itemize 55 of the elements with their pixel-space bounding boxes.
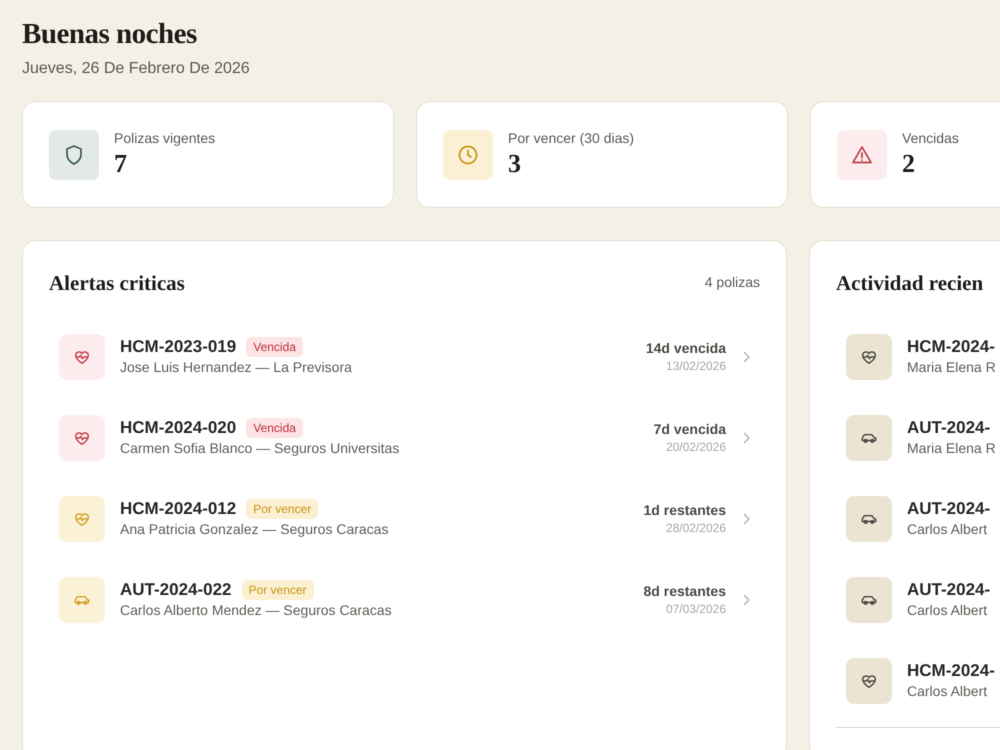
client-name: Carlos Albert bbox=[907, 602, 988, 618]
alert-row[interactable]: HCM-2024-012 Por vencer Ana Patricia Gonzalez — Seguros Caracas 1d restantes 28/02/2026 bbox=[49, 478, 760, 559]
activity-row[interactable]: AUT-2024- Maria Elena R bbox=[836, 397, 1000, 478]
stat-value: 7 bbox=[114, 149, 127, 179]
alert-row[interactable]: HCM-2024-020 Vencida Carmen Sofia Blanco — Seguros Universitas 7d vencida 20/02/2026 bbox=[49, 397, 760, 478]
client-name: Maria Elena R bbox=[907, 440, 996, 456]
policy-code: AUT-2024- bbox=[907, 580, 990, 600]
due-date: 20/02/2026 bbox=[666, 440, 726, 454]
status-badge: Vencida bbox=[246, 336, 303, 356]
client-insurer: Ana Patricia Gonzalez — Seguros Caracas bbox=[120, 520, 388, 536]
alert-row[interactable]: HCM-2023-019 Vencida Jose Luis Hernandez — La Previsora 14d vencida 13/02/2026 bbox=[49, 316, 760, 397]
due-date: 13/02/2026 bbox=[666, 359, 726, 373]
policy-code: AUT-2024- bbox=[907, 498, 990, 518]
client-name: Carlos Albert bbox=[907, 520, 988, 536]
chevron-right-icon[interactable] bbox=[742, 594, 750, 606]
stat-label: Polizas vigentes bbox=[114, 130, 216, 146]
current-date: Jueves, 26 De Febrero De 2026 bbox=[22, 60, 250, 78]
activity-row[interactable]: HCM-2024- Carlos Albert bbox=[836, 640, 1000, 721]
activity-row[interactable]: AUT-2024- Carlos Albert bbox=[836, 478, 1000, 559]
activity-row[interactable]: AUT-2024- Carlos Albert bbox=[836, 559, 1000, 640]
stat-value: 2 bbox=[902, 149, 915, 179]
days-remaining: 1d restantes bbox=[644, 502, 726, 518]
panel-title: Alertas criticas bbox=[49, 271, 185, 296]
due-date: 28/02/2026 bbox=[666, 521, 726, 535]
policy-code: HCM-2024-012 bbox=[120, 498, 236, 518]
policy-code: HCM-2024-020 bbox=[120, 418, 236, 438]
chevron-right-icon[interactable] bbox=[742, 432, 750, 444]
status-badge: Vencida bbox=[246, 418, 303, 438]
panel-title: Actividad recien bbox=[836, 271, 984, 296]
policy-count: 4 polizas bbox=[704, 274, 760, 290]
policy-code: HCM-2023-019 bbox=[120, 336, 236, 356]
status-badge: Por vencer bbox=[246, 498, 318, 518]
alert-row[interactable]: AUT-2024-022 Por vencer Carlos Alberto Mendez — Seguros Caracas 8d restantes 07/03/2026 bbox=[49, 559, 760, 640]
days-remaining: 14d vencida bbox=[646, 340, 726, 356]
clock-icon bbox=[456, 142, 480, 166]
client-name: Carlos Albert bbox=[907, 682, 988, 698]
stat-value: 3 bbox=[508, 149, 521, 179]
due-date: 07/03/2026 bbox=[666, 602, 726, 616]
client-name: Maria Elena R bbox=[907, 358, 996, 374]
client-insurer: Carlos Alberto Mendez — Seguros Caracas bbox=[120, 602, 392, 618]
policy-code: AUT-2024-022 bbox=[120, 580, 232, 600]
stat-label: Vencidas bbox=[902, 130, 959, 146]
policy-code: HCM-2024- bbox=[907, 660, 995, 680]
policy-code: AUT-2024- bbox=[907, 418, 992, 438]
client-insurer: Jose Luis Hernandez — La Previsora bbox=[120, 358, 352, 374]
days-remaining: 8d restantes bbox=[644, 583, 726, 599]
client-insurer: Carmen Sofia Blanco — Seguros Universitas bbox=[120, 440, 400, 456]
stat-label: Por vencer (30 dias) bbox=[508, 130, 634, 146]
chevron-right-icon[interactable] bbox=[742, 350, 750, 362]
policy-code: HCM-2024- bbox=[907, 336, 996, 356]
activity-row[interactable]: HCM-2024- Maria Elena R bbox=[836, 316, 1000, 397]
greeting-heading: Buenas noches bbox=[22, 18, 198, 51]
chevron-right-icon[interactable] bbox=[742, 512, 750, 524]
days-remaining: 7d vencida bbox=[654, 421, 726, 437]
status-badge: Por vencer bbox=[242, 580, 314, 600]
